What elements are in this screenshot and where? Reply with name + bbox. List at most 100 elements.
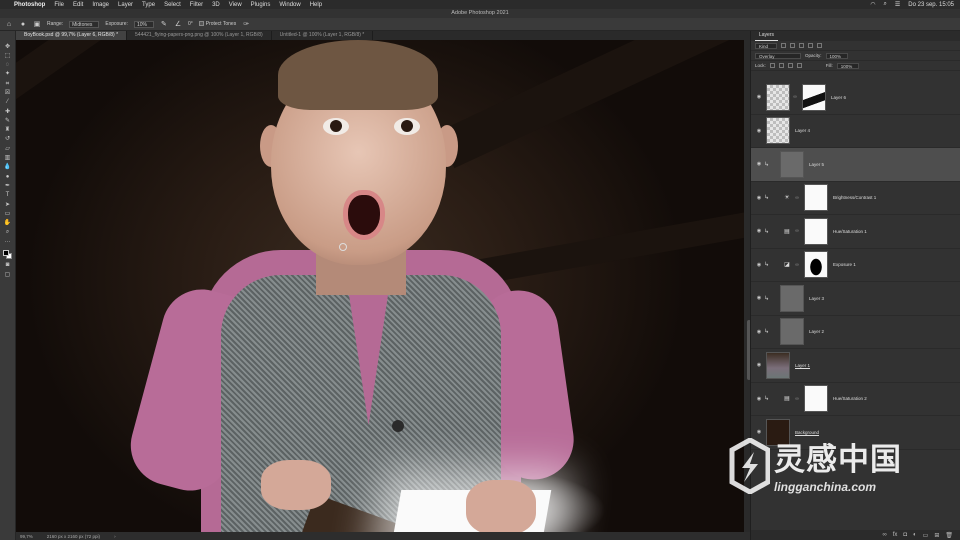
zoom-level[interactable]: 99,7% — [20, 534, 33, 539]
layer-name[interactable]: Layer 6 — [831, 95, 846, 100]
layer-row[interactable]: ◉ ↳ ☀ ∞ Brightness/Contrast 1 — [751, 182, 960, 215]
layer-name[interactable]: Exposure 1 — [833, 262, 856, 267]
layer-name[interactable]: Layer 1 — [795, 363, 810, 368]
visibility-eye-icon[interactable]: ◉ — [754, 396, 764, 402]
brush-settings-icon[interactable]: ▣ — [33, 20, 41, 28]
lasso-tool-icon[interactable]: ◌ — [3, 62, 12, 69]
dodge-tool-icon[interactable]: ● — [3, 173, 12, 180]
filter-adjustment-icon[interactable] — [790, 43, 795, 48]
add-mask-icon[interactable]: ◘ — [903, 532, 907, 538]
visibility-eye-icon[interactable]: ◉ — [754, 262, 764, 268]
layer-row[interactable]: ◉ ↳ Layer 2 — [751, 316, 960, 349]
pressure-icon[interactable]: ✑ — [242, 20, 250, 28]
filter-type-icon[interactable] — [799, 43, 804, 48]
clock[interactable]: Do 23 sep. 15:05 — [908, 2, 954, 8]
airbrush-icon[interactable]: ✎ — [160, 20, 168, 28]
menu-file[interactable]: File — [54, 2, 64, 8]
mask-link-icon[interactable]: ∞ — [792, 195, 802, 201]
angle-value[interactable]: 0° — [188, 21, 193, 27]
shape-tool-icon[interactable]: ▭ — [3, 210, 12, 217]
wifi-icon[interactable]: ◠ — [870, 1, 875, 8]
visibility-eye-icon[interactable]: ◉ — [754, 362, 764, 368]
clone-stamp-tool-icon[interactable]: ♜ — [3, 127, 12, 134]
eyedropper-tool-icon[interactable]: ⁄ — [3, 99, 12, 106]
layers-tab[interactable]: Layers — [755, 31, 779, 41]
menu-select[interactable]: Select — [164, 2, 181, 8]
app-menu[interactable]: Photoshop — [14, 2, 45, 8]
doc-tab-untitled[interactable]: Untitled-1 @ 100% (Layer 1, RGB/8) * — [272, 31, 374, 40]
menu-plugins[interactable]: Plugins — [251, 2, 271, 8]
lock-image-icon[interactable] — [778, 63, 784, 68]
blend-mode-select[interactable]: Overlay — [755, 52, 801, 59]
doc-tab-flying-papers[interactable]: 544421_flying-papers-png.png @ 100% (Lay… — [127, 31, 272, 40]
healing-brush-tool-icon[interactable]: ✚ — [3, 108, 12, 115]
dodge-tool-preset-icon[interactable]: ● — [19, 20, 27, 28]
delete-layer-icon[interactable]: 🗑 — [945, 532, 953, 539]
layer-row[interactable]: ◉ ∞ Layer 6 — [751, 81, 960, 115]
layer-mask-thumbnail[interactable] — [804, 385, 828, 413]
layer-mask-thumbnail[interactable] — [804, 251, 828, 279]
menu-filter[interactable]: Filter — [190, 2, 203, 8]
search-icon[interactable]: ⌕ — [884, 1, 887, 8]
foreground-color-swatch[interactable] — [2, 249, 9, 256]
kind-filter-select[interactable]: Kind — [755, 42, 777, 49]
range-select[interactable]: Midtones — [69, 20, 100, 28]
menu-type[interactable]: Type — [142, 2, 155, 8]
magic-wand-tool-icon[interactable]: ✦ — [3, 71, 12, 78]
layer-mask-thumbnail[interactable] — [804, 217, 828, 245]
blur-tool-icon[interactable]: 💧 — [3, 164, 12, 171]
filter-smart-icon[interactable] — [817, 43, 822, 48]
layer-row[interactable]: ◉ Layer 1 — [751, 349, 960, 383]
new-group-icon[interactable]: ▭ — [923, 532, 929, 539]
move-tool-icon[interactable]: ✥ — [3, 43, 12, 50]
more-tools-icon[interactable]: ··· — [3, 238, 12, 245]
visibility-eye-icon[interactable]: ◉ — [754, 228, 764, 234]
visibility-eye-icon[interactable]: ◉ — [754, 295, 764, 301]
visibility-eye-icon[interactable]: ◉ — [754, 94, 764, 100]
layer-row[interactable]: ◉ ↳ ▤ ∞ Hue/Saturation 1 — [751, 215, 960, 249]
menu-view[interactable]: View — [229, 2, 242, 8]
brush-tool-icon[interactable]: ✎ — [3, 117, 12, 124]
menu-image[interactable]: Image — [92, 2, 109, 8]
lock-transparent-icon[interactable] — [769, 63, 775, 68]
gradient-tool-icon[interactable]: ▥ — [3, 155, 12, 162]
link-layers-icon[interactable]: ∞ — [882, 532, 886, 538]
home-icon[interactable]: ⌂ — [5, 20, 13, 28]
layer-name[interactable]: Brightness/Contrast 1 — [833, 195, 876, 200]
document-info[interactable]: 2160 px x 2160 px (72 ppi) — [47, 534, 100, 539]
menu-edit[interactable]: Edit — [73, 2, 83, 8]
new-adjustment-icon[interactable]: ◐ — [913, 532, 917, 538]
visibility-eye-icon[interactable]: ◉ — [754, 195, 764, 201]
lock-all-icon[interactable] — [796, 63, 802, 68]
menu-3d[interactable]: 3D — [212, 2, 220, 8]
layer-mask-thumbnail[interactable] — [804, 184, 828, 212]
layer-row[interactable]: ◉ ↳ ◪ ∞ Exposure 1 — [751, 249, 960, 282]
layer-name[interactable]: Layer 5 — [809, 162, 824, 167]
exposure-field[interactable]: 10% — [133, 20, 154, 28]
mask-link-icon[interactable]: ∞ — [792, 262, 802, 268]
layer-row[interactable]: ◉ ↳ ▤ ∞ Hue/Saturation 2 — [751, 383, 960, 416]
hand-tool-icon[interactable]: ✋ — [3, 220, 12, 227]
new-layer-icon[interactable]: ⊞ — [934, 532, 939, 539]
filter-shape-icon[interactable] — [808, 43, 813, 48]
layer-mask-thumbnail[interactable] — [802, 83, 826, 111]
document-canvas[interactable] — [16, 40, 744, 532]
layer-name[interactable]: Layer 4 — [795, 128, 810, 133]
menu-help[interactable]: Help — [310, 2, 322, 8]
pen-tool-icon[interactable]: ✒ — [3, 182, 12, 189]
layer-name[interactable]: Layer 2 — [809, 329, 824, 334]
control-center-icon[interactable]: ☰ — [895, 1, 900, 8]
layer-name[interactable]: Hue/Saturation 2 — [833, 396, 867, 401]
type-tool-icon[interactable]: T — [3, 192, 12, 199]
status-arrow-icon[interactable]: › — [114, 534, 116, 539]
protect-tones-checkbox[interactable] — [198, 21, 204, 27]
quick-mask-icon[interactable]: ◙ — [3, 262, 12, 269]
filter-pixel-icon[interactable] — [781, 43, 786, 48]
opacity-field[interactable]: 100% — [825, 52, 848, 59]
layer-style-icon[interactable]: fx — [893, 532, 898, 538]
color-swatches[interactable] — [2, 249, 13, 260]
mask-link-icon[interactable]: ∞ — [792, 396, 802, 402]
crop-tool-icon[interactable]: ⌗ — [3, 80, 12, 87]
eraser-tool-icon[interactable]: ▱ — [3, 145, 12, 152]
doc-tab-boybook[interactable]: BoyBook.psd @ 99,7% (Layer 6, RGB/8) * — [16, 31, 128, 40]
